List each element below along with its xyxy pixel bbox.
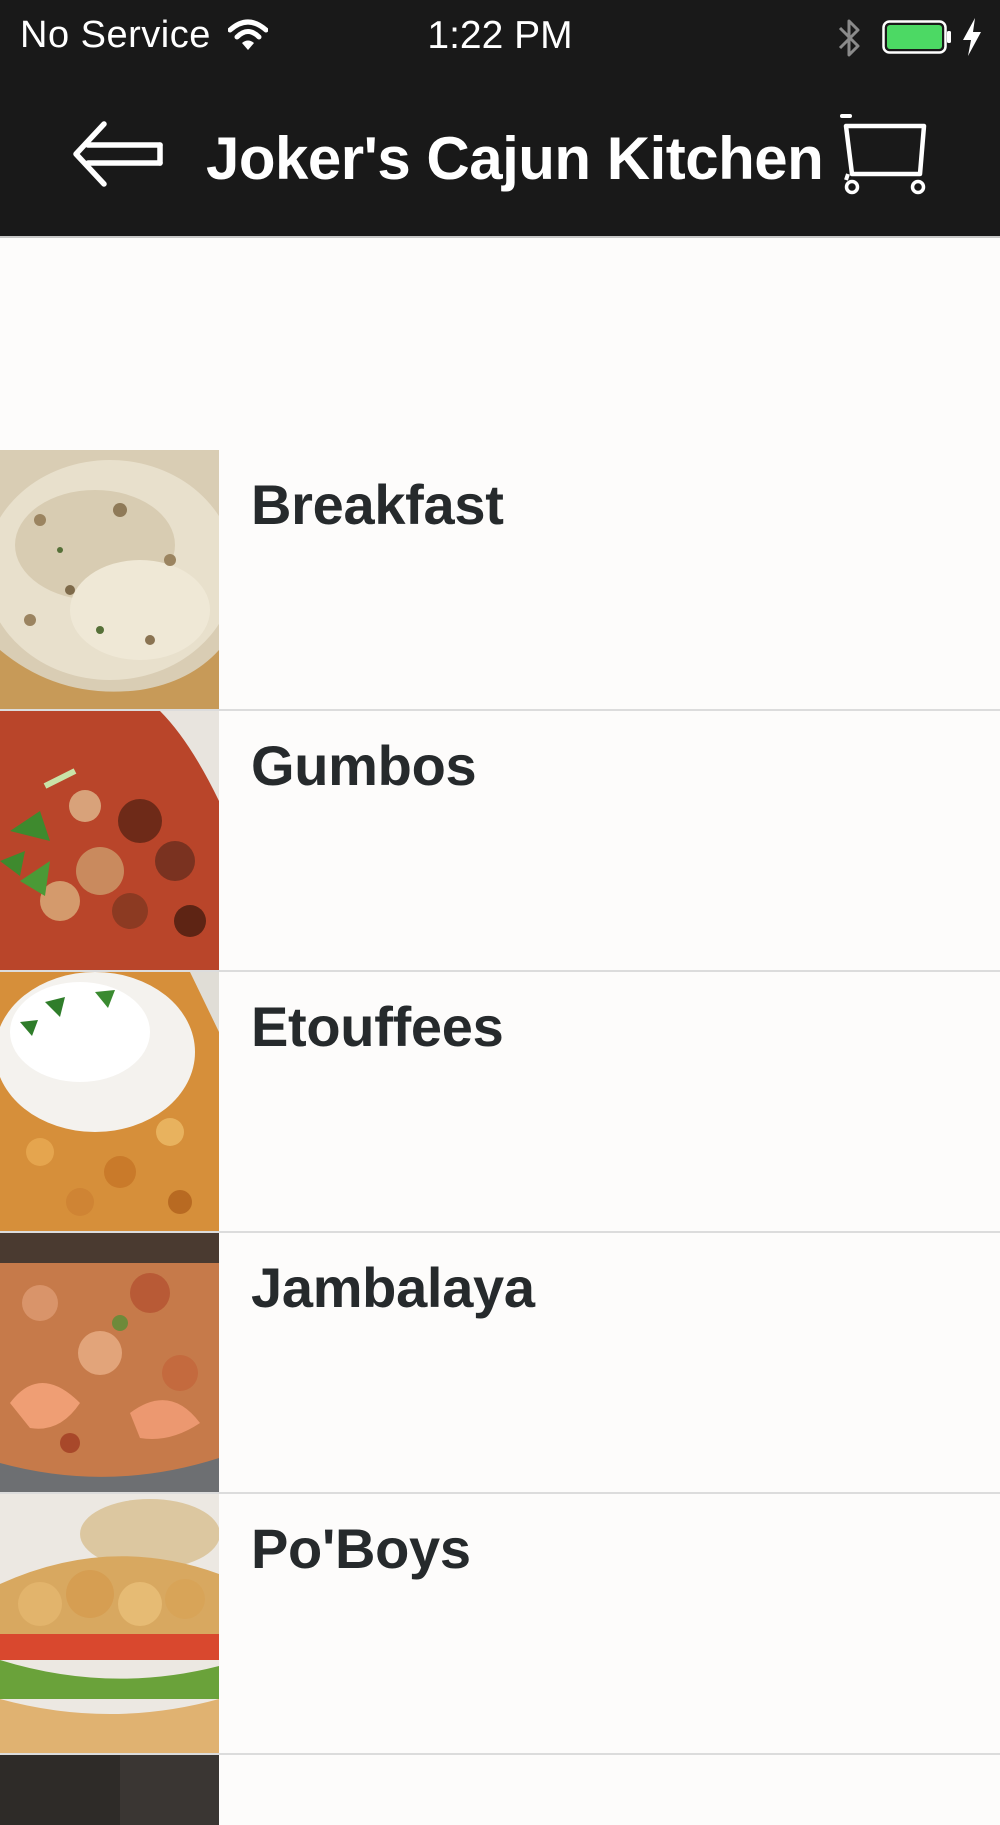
gumbo-photo [0,711,219,970]
biscuits-and-gravy-photo [0,450,219,709]
page-title: Joker's Cajun Kitchen [206,125,824,192]
partial-photo [0,1755,219,1825]
category-row-etouffees[interactable]: Etouffees [0,972,1000,1233]
charging-bolt-icon [960,16,984,58]
nav-divider [0,236,1000,238]
category-row-gumbos[interactable]: Gumbos [0,711,1000,972]
category-row-partial[interactable] [0,1755,1000,1825]
category-row-jambalaya[interactable]: Jambalaya [0,1233,1000,1494]
poboy-photo [0,1494,219,1753]
category-list: Breakfast Gumbos Etouffees Jambalaya Po'… [0,450,1000,1825]
category-label: Breakfast [251,473,504,536]
jambalaya-photo [0,1233,219,1492]
category-row-breakfast[interactable]: Breakfast [0,450,1000,711]
category-label: Jambalaya [251,1256,535,1319]
back-arrow-icon[interactable] [70,118,168,190]
navigation-bar: Joker's Cajun Kitchen [0,78,1000,236]
category-row-poboys[interactable]: Po'Boys [0,1494,1000,1755]
category-label: Etouffees [251,995,504,1058]
battery-icon [882,20,952,54]
category-label: Po'Boys [251,1517,471,1580]
bluetooth-icon [836,14,864,62]
shopping-cart-icon[interactable] [836,112,936,196]
category-label: Gumbos [251,734,477,797]
status-bar: No Service 1:22 PM [0,0,1000,78]
etouffee-photo [0,972,219,1231]
